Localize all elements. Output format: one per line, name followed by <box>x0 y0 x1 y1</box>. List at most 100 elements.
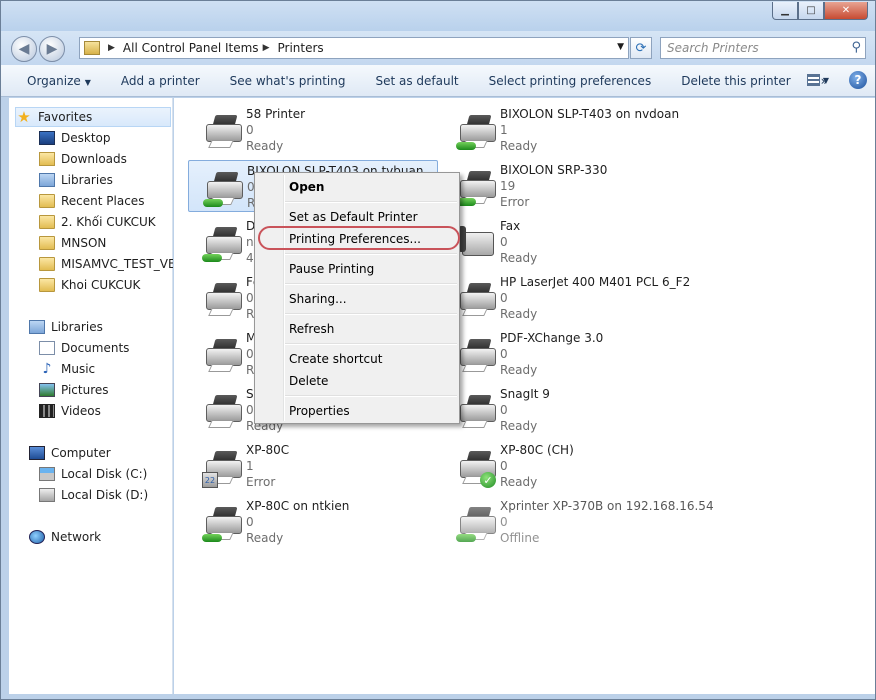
libraries-icon <box>39 173 55 187</box>
nav-label: Computer <box>51 446 111 460</box>
help-button[interactable]: ? <box>849 71 867 89</box>
printer-item-xp-80c-ch[interactable]: ✓ XP-80C (CH) 0 Ready <box>442 440 692 492</box>
printer-icon <box>202 110 246 152</box>
organize-label: Organize <box>27 73 81 88</box>
printer-name: 58 Printer <box>246 107 306 121</box>
computer-icon <box>29 446 45 460</box>
context-menu: Open Set as Default Printer Printing Pre… <box>254 172 460 424</box>
see-whats-printing-button[interactable]: See what's printing <box>215 74 361 88</box>
view-grid-icon <box>807 74 820 86</box>
printer-status: Ready <box>500 139 538 153</box>
printer-name: BIXOLON SRP-330 <box>500 163 608 177</box>
printer-item-xp-80c[interactable]: 22 XP-80C 1 Error <box>188 440 438 492</box>
maximize-button[interactable]: □ <box>798 2 824 20</box>
close-button[interactable]: ✕ <box>824 2 868 20</box>
minimize-button[interactable]: ▁ <box>772 2 798 20</box>
nav-network[interactable]: Network <box>29 527 193 547</box>
network-share-icon <box>202 534 222 542</box>
menu-item-pause-printing[interactable]: Pause Printing <box>289 259 374 279</box>
folder-icon <box>39 236 55 250</box>
printer-queue-count: 0 <box>500 515 508 529</box>
printer-item-fax[interactable]: Fax 0 Ready <box>442 216 692 268</box>
menu-item-delete[interactable]: Delete <box>289 371 328 391</box>
organize-button[interactable]: Organize ▼ <box>1 74 106 88</box>
menu-item-set-default[interactable]: Set as Default Printer <box>289 207 418 227</box>
menu-item-open[interactable]: Open <box>289 177 324 197</box>
printer-icon <box>456 334 500 376</box>
videos-icon <box>39 404 55 418</box>
network-printer-icon <box>202 222 246 264</box>
address-bar[interactable]: ▶ All Control Panel Items ▶ Printers ▼ <box>79 37 629 59</box>
set-as-default-button[interactable]: Set as default <box>360 74 473 88</box>
printer-queue-count: 0 <box>246 515 254 529</box>
refresh-button[interactable]: ⟳ <box>630 37 652 59</box>
documents-icon <box>39 341 55 355</box>
printer-item-snagit[interactable]: SnagIt 9 0 Ready <box>442 384 692 436</box>
printer-queue-count: 0 <box>500 291 508 305</box>
printer-queue-count: n <box>246 235 254 249</box>
printer-status: Ready <box>500 307 538 321</box>
printer-icon <box>456 390 500 432</box>
printer-item-xprinter-xp-370b[interactable]: Xprinter XP-370B on 192.168.16.54 0 Offl… <box>442 496 714 548</box>
change-view-button[interactable]: ▼ <box>807 72 829 88</box>
menu-item-create-shortcut[interactable]: Create shortcut <box>289 349 382 369</box>
printer-status: Ready <box>246 531 284 545</box>
printer-queue-count: 0 <box>500 347 508 361</box>
printer-item-hp-laserjet[interactable]: HP LaserJet 400 M401 PCL 6_F2 0 Ready <box>442 272 692 324</box>
chevron-down-icon[interactable]: ▼ <box>617 42 624 52</box>
network-icon <box>29 530 45 544</box>
nav-favorites[interactable]: ★ Favorites <box>15 107 171 127</box>
printer-queue-count: 0 <box>246 123 254 137</box>
forward-button[interactable]: ▶ <box>39 36 65 62</box>
nav-label: Pictures <box>61 383 109 397</box>
network-share-icon <box>456 534 476 542</box>
printer-item-pdf-xchange[interactable]: PDF-XChange 3.0 0 Ready <box>442 328 692 380</box>
printer-name: Xprinter XP-370B on 192.168.16.54 <box>500 499 714 513</box>
nav-libraries[interactable]: Libraries <box>29 317 193 337</box>
menu-item-sharing[interactable]: Sharing... <box>289 289 347 309</box>
chevron-down-icon: ▼ <box>84 77 91 87</box>
nav-label: Music <box>61 362 96 376</box>
folder-icon <box>39 278 55 292</box>
printer-item-bixolon-nvdoan[interactable]: BIXOLON SLP-T403 on nvdoan 1 Ready <box>442 104 692 156</box>
menu-item-properties[interactable]: Properties <box>289 401 350 421</box>
search-input[interactable]: Search Printers ⚲ <box>660 37 866 59</box>
printer-name: XP-80C <box>246 443 290 457</box>
printer-item-bixolon-srp-330[interactable]: BIXOLON SRP-330 19 Error <box>442 160 692 212</box>
printer-name: HP LaserJet 400 M401 PCL 6_F2 <box>500 275 691 289</box>
breadcrumb-control-panel[interactable]: All Control Panel Items <box>123 41 259 55</box>
menu-item-refresh[interactable]: Refresh <box>289 319 334 339</box>
nav-label: Desktop <box>61 131 111 145</box>
nav-label: Downloads <box>61 152 127 166</box>
printer-item-xp-80c-ntkien[interactable]: XP-80C on ntkien 0 Ready <box>188 496 438 548</box>
chevron-right-icon[interactable]: ▶ <box>108 43 115 53</box>
printer-icon <box>202 390 246 432</box>
highlight-annotation <box>258 226 460 250</box>
folder-icon <box>39 257 55 271</box>
printer-status: Error <box>500 195 530 209</box>
nav-misamvc[interactable]: MISAMVC_TEST_VERSION <box>39 254 173 274</box>
fax-icon <box>456 222 500 264</box>
recent-places-icon <box>39 194 55 208</box>
menu-separator <box>285 253 457 255</box>
printer-status: Error <box>246 475 276 489</box>
chevron-right-icon[interactable]: ▶ <box>263 43 270 53</box>
printer-queue-count: 0 <box>246 347 254 361</box>
nav-label: Documents <box>61 341 130 355</box>
nav-computer[interactable]: Computer <box>29 443 193 463</box>
printer-item-58-printer[interactable]: 58 Printer 0 Ready <box>188 104 438 156</box>
back-button[interactable]: ◀ <box>11 36 37 62</box>
navigation-pane: ★ Favorites Desktop Downloads Libraries R… <box>9 98 173 694</box>
add-printer-button[interactable]: Add a printer <box>106 74 215 88</box>
printing-preferences-button[interactable]: Select printing preferences <box>474 74 667 88</box>
nav-label: Khoi CUKCUK <box>61 278 141 292</box>
folder-icon <box>39 215 55 229</box>
delete-printer-button[interactable]: Delete this printer <box>666 74 805 88</box>
breadcrumb-printers[interactable]: Printers <box>277 41 323 55</box>
search-icon[interactable]: ⚲ <box>851 40 861 55</box>
menu-separator <box>285 395 457 397</box>
music-icon: ♪ <box>42 361 52 377</box>
printer-queue-count: 0 <box>246 403 254 417</box>
nav-label: MISAMVC_TEST_VERSION <box>61 257 173 271</box>
nav-label: Libraries <box>51 320 103 334</box>
